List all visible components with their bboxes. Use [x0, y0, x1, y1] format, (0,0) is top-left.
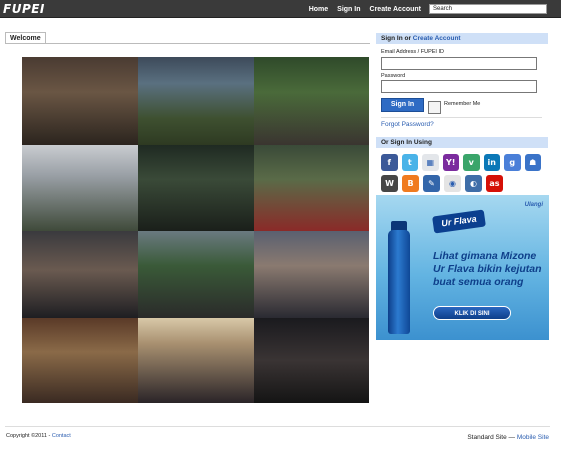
email-label: Email Address / FUPEI ID [381, 49, 444, 55]
remember-me-checkbox[interactable] [428, 101, 441, 114]
openid-icon[interactable]: ◐ [465, 175, 482, 192]
signin-heading-text: Sign In or [381, 35, 411, 42]
create-account-link[interactable]: Create Account [413, 35, 461, 42]
group-photo-11 [138, 318, 254, 403]
group-photo-12 [254, 318, 369, 403]
group-photo-5 [138, 145, 254, 231]
footer-divider [5, 426, 550, 427]
group-photo-1 [22, 57, 138, 145]
top-nav: Home Sign In Create Account [309, 0, 421, 18]
group-photo-7 [22, 231, 138, 318]
wordpress-icon[interactable]: W [381, 175, 398, 192]
tab-divider [5, 43, 370, 44]
footer-copyright: Copyright ©2011 - Contact [6, 433, 71, 439]
site-logo[interactable]: FUPEI [3, 2, 45, 16]
mizone-ad-banner[interactable]: Ulangi Ur Flava Lihat gimana Mizone Ur F… [376, 195, 549, 340]
password-field[interactable] [381, 80, 537, 93]
contact-link[interactable]: Contact [52, 433, 71, 439]
google-icon[interactable]: g [504, 154, 521, 171]
group-photo-8 [138, 231, 254, 318]
group-photo-10 [22, 318, 138, 403]
nav-home-link[interactable]: Home [309, 6, 328, 13]
group-photo-6 [254, 145, 369, 231]
social-icons-row-1: f t ▦ Y! v in g ☗ [381, 154, 541, 171]
nav-create-account-link[interactable]: Create Account [370, 6, 421, 13]
social-signin-heading: Or Sign In Using [376, 137, 548, 148]
group-photo-2 [138, 57, 254, 145]
standard-site-label: Standard Site — [467, 434, 516, 441]
social-icons-row-2: W B ✎ ◉ ◐ as [381, 175, 541, 192]
vine-icon[interactable]: v [463, 154, 480, 171]
yahoo-icon[interactable]: Y! [442, 154, 459, 171]
password-label: Password [381, 73, 406, 79]
remember-me-label: Remember Me [444, 101, 481, 107]
ad-click-button[interactable]: KLIK DI SINI [433, 306, 511, 320]
forgot-password-link[interactable]: Forgot Password? [381, 121, 434, 128]
lastfm-icon[interactable]: as [486, 175, 503, 192]
twitter-icon[interactable]: t [401, 154, 418, 171]
blogger-icon[interactable]: B [402, 175, 419, 192]
aol-icon[interactable]: ◉ [444, 175, 461, 192]
group-photo-3 [254, 57, 369, 145]
nav-sign-in-link[interactable]: Sign In [337, 6, 360, 13]
signin-heading: Sign In or Create Account [376, 33, 548, 44]
facebook-icon[interactable]: f [381, 154, 398, 171]
copyright-text: Copyright ©2011 - [6, 433, 51, 439]
myspace-icon[interactable]: ☗ [524, 154, 541, 171]
livejournal-icon[interactable]: ✎ [423, 175, 440, 192]
mobile-site-link[interactable]: Mobile Site [517, 434, 549, 441]
photo-collage [22, 57, 369, 403]
windows-live-icon[interactable]: ▦ [422, 154, 439, 171]
ad-logo: Ur Flava [432, 209, 486, 234]
site-version-switch: Standard Site — Mobile Site [467, 434, 549, 441]
ad-brand-text: Ulangi [524, 202, 543, 208]
signin-divider [381, 117, 542, 118]
group-photo-4 [22, 145, 138, 231]
group-photo-9 [254, 231, 369, 318]
email-field[interactable] [381, 57, 537, 70]
linkedin-icon[interactable]: in [483, 154, 500, 171]
bottle-image [388, 230, 410, 334]
ad-headline: Lihat gimana Mizone Ur Flava bikin kejut… [433, 250, 542, 288]
sign-in-button[interactable]: Sign In [381, 98, 424, 112]
top-bar: FUPEI Home Sign In Create Account Search [0, 0, 561, 18]
search-input[interactable]: Search [429, 4, 547, 14]
